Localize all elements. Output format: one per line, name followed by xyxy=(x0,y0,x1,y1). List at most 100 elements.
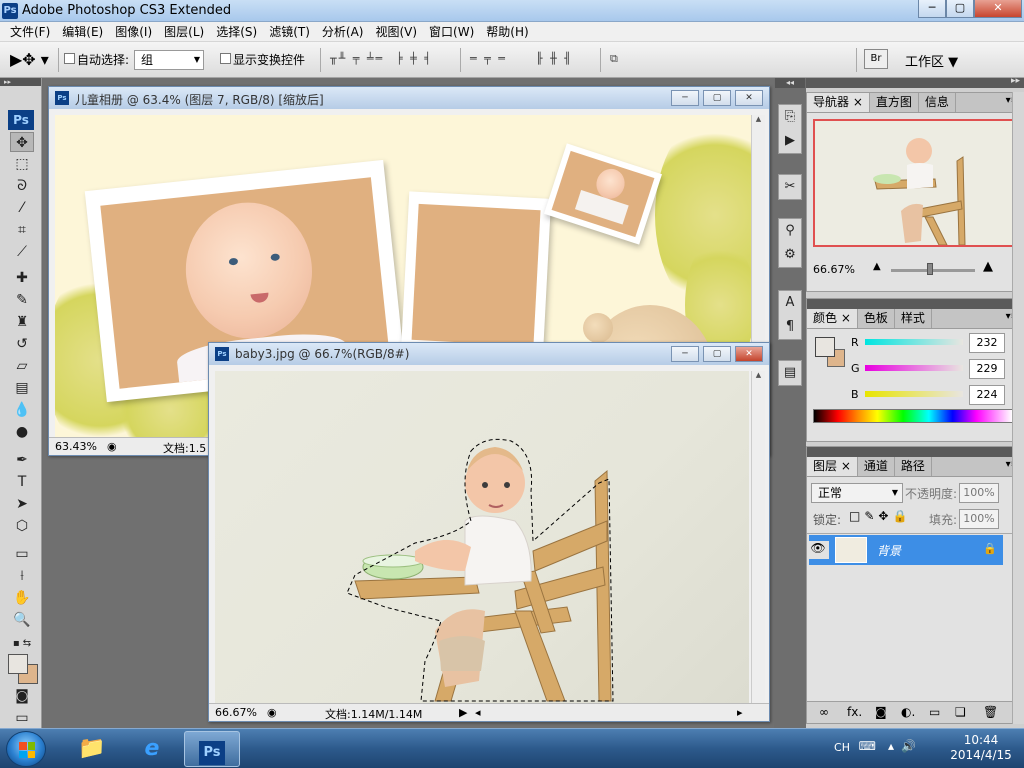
screen-mode-icon[interactable]: ▭ xyxy=(10,708,34,728)
tab-info[interactable]: 信息 xyxy=(918,93,956,112)
clone-stamp-tool-icon[interactable]: ♜ xyxy=(10,312,34,332)
doc-minimize-button[interactable]: ─ xyxy=(671,90,699,106)
crop-tool-icon[interactable]: ⌗ xyxy=(10,220,34,240)
zoom-tool-icon[interactable]: 🔍 xyxy=(10,610,34,630)
status-menu-icon[interactable]: ◉ xyxy=(267,706,277,719)
opacity-input[interactable]: 100% xyxy=(959,483,999,503)
show-transform-checkbox[interactable] xyxy=(220,53,231,64)
distribute-top-icons[interactable]: ═ ╤ ═ xyxy=(470,52,507,65)
auto-select-dropdown[interactable]: 组 xyxy=(134,50,204,70)
tab-navigator[interactable]: 导航器 × xyxy=(807,93,870,112)
close-button[interactable]: ✕ xyxy=(974,0,1022,18)
layer-name[interactable]: 背景 xyxy=(877,542,901,559)
new-group-icon[interactable]: ▭ xyxy=(929,705,940,719)
tab-histogram[interactable]: 直方图 xyxy=(869,93,919,112)
minimize-button[interactable]: ─ xyxy=(918,0,946,18)
menu-window[interactable]: 窗口(W) xyxy=(423,23,480,40)
clone-source-icon[interactable]: ⚙ xyxy=(779,243,801,267)
character-icon[interactable]: A xyxy=(779,291,801,315)
red-value-input[interactable]: 232 xyxy=(969,333,1005,353)
green-value-input[interactable]: 229 xyxy=(969,359,1005,379)
shape-tool-icon[interactable]: ⬡ xyxy=(10,516,34,536)
paragraph-icon[interactable]: ¶ xyxy=(779,315,801,339)
panel-grip[interactable]: ✕ xyxy=(807,297,1023,309)
color-spectrum-bar[interactable] xyxy=(813,409,1013,423)
foreground-color-swatch[interactable] xyxy=(8,654,28,674)
type-tool-icon[interactable]: T xyxy=(10,472,34,492)
magic-wand-tool-icon[interactable]: ⁄ xyxy=(10,198,34,218)
tab-swatches[interactable]: 色板 xyxy=(857,309,895,328)
notes-tool-icon[interactable]: ▭ xyxy=(10,544,34,564)
tab-styles[interactable]: 样式 xyxy=(894,309,932,328)
path-selection-tool-icon[interactable]: ➤ xyxy=(10,494,34,514)
menu-filter[interactable]: 滤镜(T) xyxy=(263,23,316,40)
menu-help[interactable]: 帮助(H) xyxy=(480,23,534,40)
lock-icons[interactable]: □✎✥🔒 xyxy=(849,509,911,523)
menu-select[interactable]: 选择(S) xyxy=(210,23,263,40)
baby3-document-window[interactable]: Ps baby3.jpg @ 66.7%(RGB/8#) ─ ▢ ✕ ▲ 66.… xyxy=(208,342,770,722)
dodge-tool-icon[interactable]: ● xyxy=(10,422,34,442)
explorer-taskbar-icon[interactable]: 📁 xyxy=(64,731,120,767)
baby3-zoom-level[interactable]: 66.67% xyxy=(215,706,257,719)
doc-minimize-button[interactable]: ─ xyxy=(671,346,699,362)
slice-tool-icon[interactable]: ⟋ xyxy=(10,242,34,262)
scroll-right-arrow[interactable]: ▸ xyxy=(737,706,743,719)
layer-comps-icon[interactable]: ▤ xyxy=(779,361,801,385)
input-language-indicator[interactable]: CH xyxy=(834,741,850,754)
album-document-titlebar[interactable]: Ps 儿童相册 @ 63.4% (图层 7, RGB/8) [缩放后] ─ ▢ … xyxy=(49,87,769,109)
baby3-document-titlebar[interactable]: Ps baby3.jpg @ 66.7%(RGB/8#) ─ ▢ ✕ xyxy=(209,343,769,365)
navigator-zoom-value[interactable]: 66.67% xyxy=(813,263,855,276)
restore-button[interactable]: ▢ xyxy=(946,0,974,18)
baby3-vertical-scrollbar[interactable]: ▲ xyxy=(751,371,765,703)
green-slider[interactable] xyxy=(865,365,963,371)
status-menu-icon[interactable]: ◉ xyxy=(107,440,117,453)
new-layer-icon[interactable]: ❏ xyxy=(955,705,966,719)
doc-close-button[interactable]: ✕ xyxy=(735,346,763,362)
baby3-canvas[interactable] xyxy=(215,371,749,703)
menu-layer[interactable]: 图层(L) xyxy=(158,23,210,40)
history-brush-tool-icon[interactable]: ↺ xyxy=(10,334,34,354)
bridge-icon[interactable]: Br xyxy=(864,49,888,69)
lasso-tool-icon[interactable]: ᘐ xyxy=(10,176,34,196)
pen-tool-icon[interactable]: ✒ xyxy=(10,450,34,470)
zoom-out-icon[interactable]: ▲ xyxy=(873,261,881,272)
zoom-in-icon[interactable]: ▲ xyxy=(983,259,993,274)
menu-image[interactable]: 图像(I) xyxy=(109,23,158,40)
horizontal-scrollbar[interactable]: ◂ xyxy=(475,706,481,719)
tab-paths[interactable]: 路径 xyxy=(894,457,932,476)
gradient-tool-icon[interactable]: ▤ xyxy=(10,378,34,398)
move-tool-icon[interactable]: ✥ xyxy=(10,132,34,152)
eyedropper-tool-icon[interactable]: ⟊ xyxy=(10,566,34,586)
doc-maximize-button[interactable]: ▢ xyxy=(703,90,731,106)
brushes-icon[interactable]: ⚲ xyxy=(779,219,801,243)
tab-channels[interactable]: 通道 xyxy=(857,457,895,476)
healing-brush-tool-icon[interactable]: ✚ xyxy=(10,268,34,288)
brush-tool-icon[interactable]: ✎ xyxy=(10,290,34,310)
zoom-slider-handle[interactable] xyxy=(927,263,933,275)
menu-edit[interactable]: 编辑(E) xyxy=(56,23,109,40)
volume-icon[interactable]: 🔊 xyxy=(901,739,916,753)
tab-color[interactable]: 颜色 × xyxy=(807,309,858,328)
album-zoom-level[interactable]: 63.43% xyxy=(55,440,97,453)
actions-icon[interactable]: ▶ xyxy=(779,129,801,153)
layer-visibility-eye-icon[interactable]: 👁 xyxy=(807,541,829,559)
taskbar-clock[interactable]: 10:44 2014/4/15 xyxy=(946,733,1016,763)
layer-style-fx-icon[interactable]: fx. xyxy=(847,705,862,719)
swap-colors-icon[interactable]: ▪ ⇆ xyxy=(10,634,34,654)
photoshop-taskbar-icon[interactable]: Ps xyxy=(184,731,240,767)
color-panel-foreground-swatch[interactable] xyxy=(815,337,835,357)
marquee-tool-icon[interactable]: ⬚ xyxy=(10,154,34,174)
auto-select-checkbox[interactable] xyxy=(64,53,75,64)
delete-layer-icon[interactable]: 🗑 xyxy=(983,705,998,719)
notification-arrow-icon[interactable]: ▴ xyxy=(888,739,894,753)
layer-mask-icon[interactable]: ◙ xyxy=(875,705,887,719)
navigator-thumbnail[interactable] xyxy=(813,119,1015,247)
adjustment-layer-icon[interactable]: ◐. xyxy=(901,705,915,719)
align-top-icons[interactable]: ╥╨ ╤ ╧═ xyxy=(330,52,384,65)
distribute-left-icons[interactable]: ╟ ╫ ╢ xyxy=(536,52,573,65)
blue-slider[interactable] xyxy=(865,391,963,397)
zoom-slider[interactable] xyxy=(891,269,975,272)
internet-explorer-taskbar-icon[interactable]: e xyxy=(124,731,180,767)
status-arrow-icon[interactable]: ▶ xyxy=(459,706,467,719)
blue-value-input[interactable]: 224 xyxy=(969,385,1005,405)
